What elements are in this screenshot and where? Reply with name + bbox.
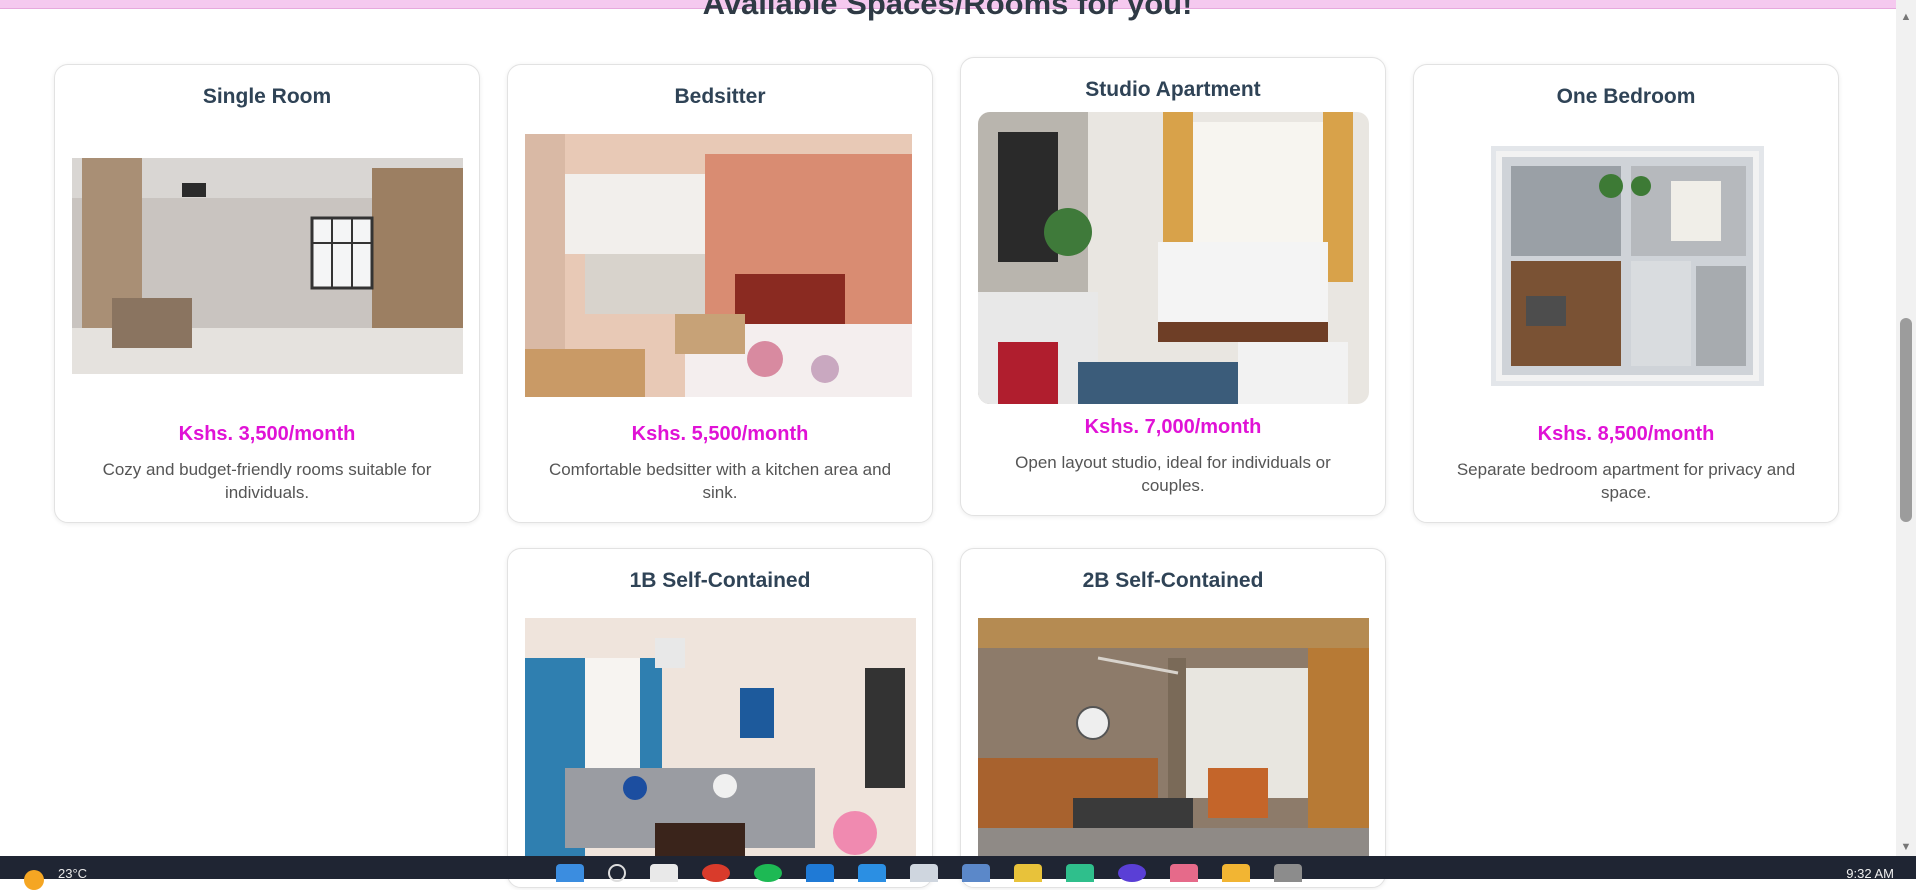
spotify-icon[interactable]: [754, 864, 782, 882]
chrome-icon[interactable]: [702, 864, 730, 882]
scroll-down-arrow-icon[interactable]: ▼: [1896, 838, 1916, 856]
sun-icon: [24, 870, 44, 890]
vscode-icon[interactable]: [858, 864, 886, 882]
taskbar: 23°C 9:32 AM: [0, 856, 1916, 890]
start-icon[interactable]: [556, 864, 584, 882]
monitor-icon[interactable]: [962, 864, 990, 882]
file-icon[interactable]: [650, 864, 678, 882]
browser-icon[interactable]: [1118, 864, 1146, 882]
room-description: Comfortable bedsitter with a kitchen are…: [548, 460, 892, 502]
room-title: 2B Self-Contained: [1082, 569, 1264, 592]
room-title: One Bedroom: [1556, 85, 1696, 108]
room-card-2b-self-contained[interactable]: 2B Self-Contained: [960, 548, 1386, 888]
room-price: Kshs. 8,500/month: [1537, 423, 1715, 445]
room-card-single[interactable]: Single Room Kshs. 3,500/month Cozy and b…: [54, 64, 480, 523]
room-image: [525, 618, 916, 858]
room-card-bedsitter[interactable]: Bedsitter Kshs. 5,500/month Comfortable …: [507, 64, 933, 523]
notepad-icon[interactable]: [910, 864, 938, 882]
room-price: Kshs. 5,500/month: [631, 423, 809, 445]
room-description: Open layout studio, ideal for individual…: [1015, 453, 1331, 495]
taskbar-apps: [556, 864, 1302, 882]
room-card-1b-self-contained[interactable]: 1B Self-Contained: [507, 548, 933, 888]
room-image: [72, 158, 463, 374]
edge-icon[interactable]: [806, 864, 834, 882]
pycharm-icon[interactable]: [1066, 864, 1094, 882]
room-title: 1B Self-Contained: [629, 569, 811, 592]
room-image: [525, 134, 912, 397]
scroll-up-arrow-icon[interactable]: ▲: [1896, 8, 1916, 26]
room-title: Bedsitter: [674, 85, 766, 108]
room-image: [978, 618, 1369, 858]
vertical-scrollbar[interactable]: ▲ ▼: [1896, 0, 1916, 856]
python-icon[interactable]: [1014, 864, 1042, 882]
room-card-studio[interactable]: Studio Apartment Kshs. 7,000/month Open …: [960, 57, 1386, 516]
room-image: [978, 112, 1369, 404]
paint-icon[interactable]: [1170, 864, 1198, 882]
room-card-one-bedroom[interactable]: One Bedroom Kshs. 8,500/month Separate b…: [1413, 64, 1839, 523]
settings-icon[interactable]: [1274, 864, 1302, 882]
room-image: [1491, 146, 1764, 386]
scroll-thumb[interactable]: [1900, 318, 1912, 522]
room-price: Kshs. 7,000/month: [1084, 416, 1262, 438]
room-title: Single Room: [202, 85, 332, 108]
room-title: Studio Apartment: [1085, 78, 1261, 101]
search-icon[interactable]: [608, 864, 626, 882]
room-description: Separate bedroom apartment for privacy a…: [1456, 460, 1796, 502]
weather-widget[interactable]: 23°C: [24, 856, 87, 890]
folder-icon[interactable]: [1222, 864, 1250, 882]
room-description: Cozy and budget-friendly rooms suitable …: [102, 460, 432, 502]
section-title: Available Spaces/Rooms for you!: [702, 0, 1193, 21]
room-price: Kshs. 3,500/month: [178, 423, 356, 445]
